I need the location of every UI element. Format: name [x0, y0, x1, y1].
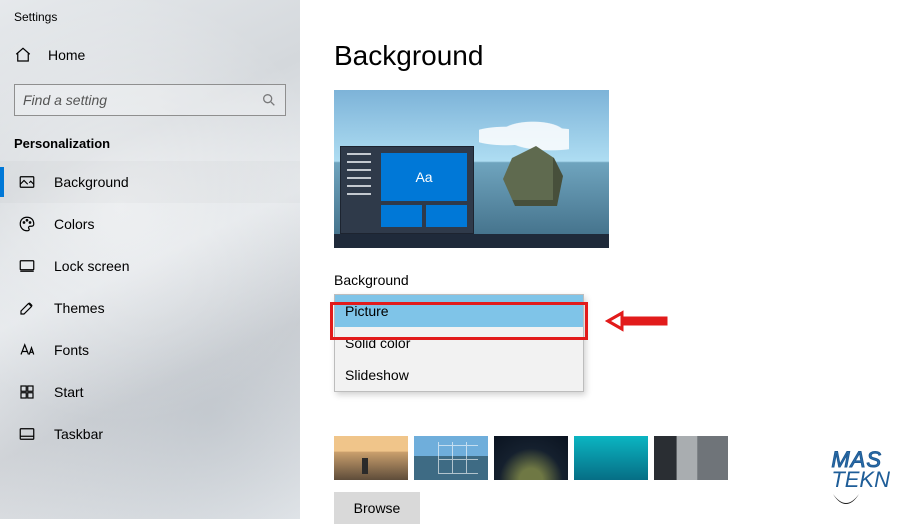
sidebar-item-label: Taskbar: [54, 426, 103, 442]
sidebar-item-background[interactable]: Background: [0, 161, 300, 203]
background-dropdown-label: Background: [334, 272, 900, 288]
annotation-arrow-icon: [604, 309, 668, 333]
dropdown-option-picture[interactable]: Picture: [335, 295, 583, 327]
sidebar-item-taskbar[interactable]: Taskbar: [0, 413, 300, 455]
search-icon: [261, 92, 277, 108]
sidebar-item-themes[interactable]: Themes: [0, 287, 300, 329]
section-header: Personalization: [0, 130, 300, 161]
search-field[interactable]: [23, 92, 261, 108]
thumbnail-2[interactable]: [414, 436, 488, 480]
dropdown-option-slideshow[interactable]: Slideshow: [335, 359, 583, 391]
page-title: Background: [334, 40, 900, 72]
sidebar-item-lockscreen[interactable]: Lock screen: [0, 245, 300, 287]
preview-tile-sample: Aa: [381, 153, 467, 201]
sidebar-item-label: Start: [54, 384, 84, 400]
window-title: Settings: [0, 0, 300, 36]
dropdown-option-solid-color[interactable]: Solid color: [335, 327, 583, 359]
picture-icon: [18, 173, 36, 191]
sidebar-item-label: Background: [54, 174, 129, 190]
thumbnail-1[interactable]: [334, 436, 408, 480]
home-button[interactable]: Home: [0, 36, 300, 74]
preview-taskbar: [334, 234, 609, 248]
thumbnail-5[interactable]: [654, 436, 728, 480]
taskbar-icon: [18, 425, 36, 443]
desktop-preview: Aa: [334, 90, 609, 248]
preview-cloud: [479, 120, 569, 152]
home-icon: [14, 46, 32, 64]
sidebar-item-label: Themes: [54, 300, 105, 316]
picture-thumbnails: [334, 436, 900, 480]
search-input[interactable]: [14, 84, 286, 116]
home-label: Home: [48, 47, 85, 63]
sidebar-item-label: Colors: [54, 216, 94, 232]
thumbnail-3[interactable]: [494, 436, 568, 480]
start-icon: [18, 383, 36, 401]
fonts-icon: [18, 341, 36, 359]
sidebar: Settings Home Personalization Background…: [0, 0, 300, 519]
browse-button-label: Browse: [354, 500, 401, 516]
preview-start-menu: Aa: [340, 146, 474, 234]
beard-icon: [831, 492, 861, 510]
sidebar-item-colors[interactable]: Colors: [0, 203, 300, 245]
themes-icon: [18, 299, 36, 317]
browse-button[interactable]: Browse: [334, 492, 420, 524]
sidebar-item-fonts[interactable]: Fonts: [0, 329, 300, 371]
search-container: [0, 74, 300, 130]
thumbnail-4[interactable]: [574, 436, 648, 480]
sidebar-item-label: Fonts: [54, 342, 89, 358]
lockscreen-icon: [18, 257, 36, 275]
preview-rock: [503, 146, 563, 206]
background-dropdown[interactable]: Picture Solid color Slideshow: [334, 294, 584, 392]
palette-icon: [18, 215, 36, 233]
sidebar-item-start[interactable]: Start: [0, 371, 300, 413]
main-content: Background Aa Background Picture Solid c…: [300, 0, 900, 519]
sidebar-item-label: Lock screen: [54, 258, 129, 274]
